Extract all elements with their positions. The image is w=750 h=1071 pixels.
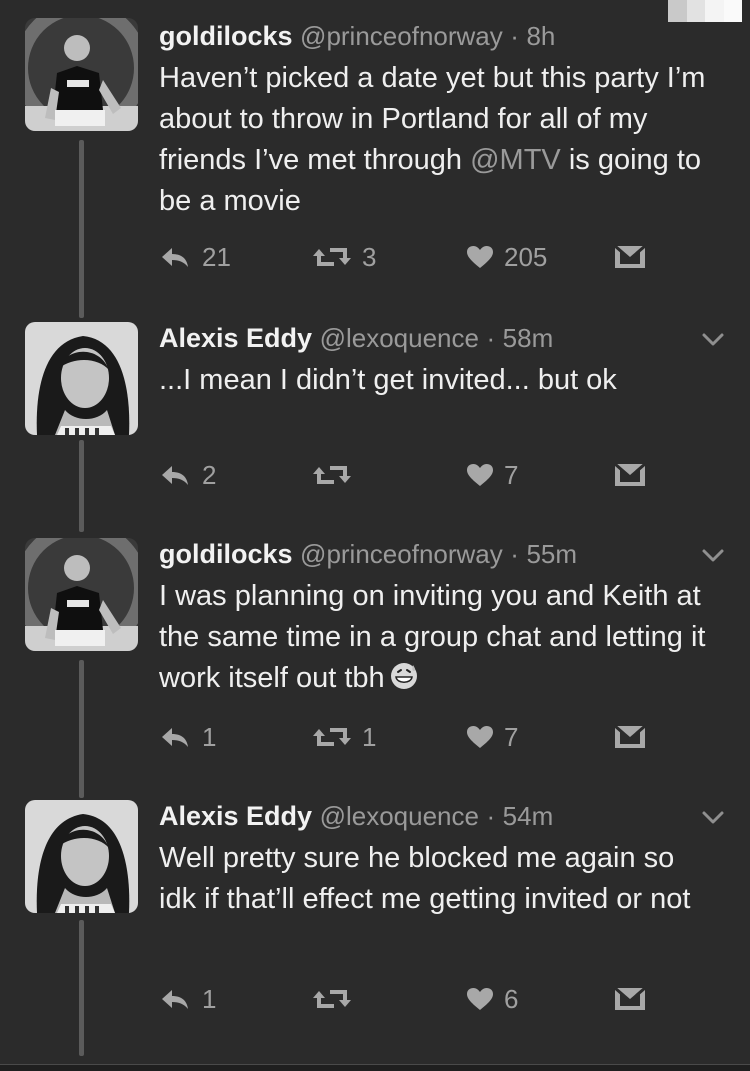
grinning-sweat-emoji [390, 663, 417, 689]
timestamp[interactable]: 8h [526, 21, 555, 51]
separator: · [486, 801, 496, 831]
chevron-down-icon [700, 330, 726, 350]
timestamp[interactable]: 55m [526, 539, 577, 569]
retweet-count: 1 [362, 721, 377, 752]
direct-message-icon [614, 987, 646, 1011]
display-name[interactable]: goldilocks [159, 539, 293, 569]
reply-icon [158, 463, 192, 487]
retweet-icon [312, 987, 352, 1011]
reply-icon [158, 987, 192, 1011]
display-name[interactable]: Alexis Eddy [159, 323, 312, 353]
retweet-button[interactable] [312, 460, 352, 490]
reply-count: 21 [202, 241, 231, 272]
tweet-menu-button[interactable] [700, 330, 726, 350]
tweet-header: Alexis Eddy @lexoquence · 58m [159, 320, 553, 356]
user-handle[interactable]: @princeofnorway [300, 21, 503, 51]
heart-icon [466, 987, 494, 1011]
mention-link[interactable]: @MTV [470, 144, 561, 176]
heart-icon [466, 463, 494, 487]
retweet-button[interactable]: 1 [312, 722, 376, 752]
thread-line [79, 440, 84, 532]
tweet-menu-button[interactable] [700, 546, 726, 566]
user-handle[interactable]: @lexoquence [320, 801, 479, 831]
avatar-alexis [25, 322, 138, 435]
separator: · [510, 21, 519, 51]
reply-button[interactable]: 1 [158, 722, 216, 752]
avatar-alexis [25, 800, 138, 913]
avatar[interactable] [25, 18, 138, 131]
reply-count: 1 [202, 721, 217, 752]
reply-button[interactable]: 1 [158, 984, 216, 1014]
tweet-text: Well pretty sure he blocked me again so … [159, 842, 691, 915]
direct-message-button[interactable] [614, 460, 646, 490]
direct-message-icon [614, 245, 646, 269]
thread-line [79, 140, 84, 318]
tweet-header: Alexis Eddy @lexoquence · 54m [159, 798, 553, 834]
direct-message-button[interactable] [614, 984, 646, 1014]
direct-message-icon [614, 725, 646, 749]
heart-icon [466, 245, 494, 269]
chevron-down-icon [700, 808, 726, 828]
tweet-menu-button[interactable] [700, 808, 726, 828]
retweet-icon [312, 463, 352, 487]
avatar[interactable] [25, 800, 138, 913]
retweet-icon [312, 725, 352, 749]
tweet-actions: 2 7 [158, 460, 678, 490]
reply-count: 2 [202, 459, 217, 490]
tweet-text-part: I was planning on inviting you and Keith… [159, 580, 706, 694]
timestamp[interactable]: 54m [503, 801, 554, 831]
like-count: 7 [504, 459, 519, 490]
thread-line [79, 920, 84, 1056]
like-count: 6 [504, 983, 519, 1014]
avatar[interactable] [25, 322, 138, 435]
avatar[interactable] [25, 538, 138, 651]
reply-button[interactable]: 21 [158, 242, 231, 272]
retweet-button[interactable]: 3 [312, 242, 376, 272]
display-name[interactable]: Alexis Eddy [159, 801, 312, 831]
retweet-icon [312, 245, 352, 269]
separator: · [486, 323, 496, 353]
like-count: 205 [504, 241, 548, 272]
tweet-actions: 1 1 7 [158, 722, 678, 752]
top-right-overlay [668, 0, 742, 22]
tweet-header: goldilocks @princeofnorway · 55m [159, 536, 577, 572]
chevron-down-icon [700, 546, 726, 566]
avatar-goldilocks [25, 18, 138, 131]
retweet-count: 3 [362, 241, 377, 272]
reply-button[interactable]: 2 [158, 460, 216, 490]
direct-message-icon [614, 463, 646, 487]
user-handle[interactable]: @lexoquence [320, 323, 479, 353]
like-button[interactable]: 205 [466, 242, 547, 272]
like-count: 7 [504, 721, 519, 752]
display-name[interactable]: goldilocks [159, 21, 293, 51]
tweet-actions: 21 3 205 [158, 242, 678, 272]
retweet-button[interactable] [312, 984, 352, 1014]
thread-line [79, 660, 84, 798]
direct-message-button[interactable] [614, 722, 646, 752]
tweet-text: ...I mean I didn’t get invited... but ok [159, 364, 617, 396]
avatar-goldilocks [25, 538, 138, 651]
heart-icon [466, 725, 494, 749]
direct-message-button[interactable] [614, 242, 646, 272]
user-handle[interactable]: @princeofnorway [300, 539, 503, 569]
reply-count: 1 [202, 983, 217, 1014]
tweet-header: goldilocks @princeofnorway · 8h [159, 18, 555, 54]
reply-icon [158, 725, 192, 749]
like-button[interactable]: 7 [466, 722, 518, 752]
like-button[interactable]: 6 [466, 984, 518, 1014]
tweet-text: Haven’t picked a date yet but this party… [159, 58, 719, 222]
tweet-text: I was planning on inviting you and Keith… [159, 576, 719, 699]
timestamp[interactable]: 58m [503, 323, 554, 353]
reply-icon [158, 245, 192, 269]
separator: · [510, 539, 519, 569]
tweet-actions: 1 6 [158, 984, 678, 1014]
like-button[interactable]: 7 [466, 460, 518, 490]
